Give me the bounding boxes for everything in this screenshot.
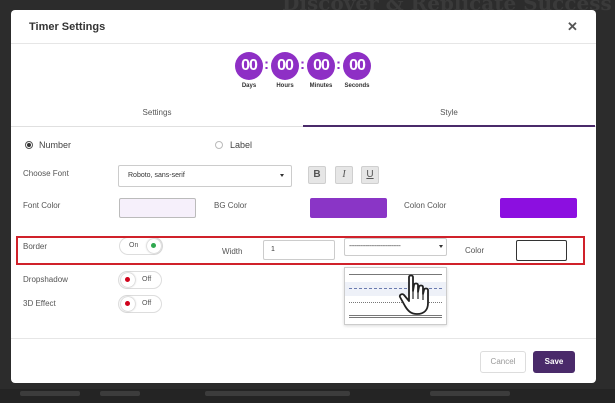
dropshadow-label: Dropshadow [23,275,68,284]
dropshadow-toggle-text: Off [142,276,152,283]
font-color-label: Font Color [23,201,61,210]
choose-font-label: Choose Font [23,169,69,178]
colon-color-swatch[interactable] [500,198,577,218]
timer-value-minutes: 00 [307,52,335,80]
timer-unit-seconds: 00 Seconds [343,52,371,89]
3d-effect-toggle[interactable]: Off [118,295,162,313]
label-radio-label[interactable]: Label [230,140,252,150]
number-radio-label[interactable]: Number [39,140,71,150]
timer-unit-hours: 00 Hours [271,52,299,89]
timer-separator: : [300,56,305,73]
hand-pointer-icon [398,274,429,315]
timer-separator: : [264,56,269,73]
border-row-highlight [16,236,585,265]
timer-settings-modal: Timer Settings ✕ 00 Days : 00 Hours : 00… [11,10,596,383]
timer-unit-minutes: 00 Minutes [307,52,335,89]
tab-settings[interactable]: Settings [11,101,303,127]
underline-button[interactable]: U [361,166,379,184]
colon-color-label: Colon Color [404,201,447,210]
bg-color-swatch[interactable] [310,198,387,218]
font-select[interactable]: Roboto, sans-serif [118,165,292,187]
modal-title: Timer Settings [29,21,106,33]
font-select-value: Roboto, sans-serif [128,172,185,179]
background-footer [0,389,615,403]
tab-style[interactable]: Style [303,101,595,127]
timer-label-minutes: Minutes [309,83,333,89]
3d-effect-label: 3D Effect [23,299,56,308]
modal-header: Timer Settings ✕ [11,10,596,44]
tab-bar: Settings Style [11,101,596,127]
timer-unit-days: 00 Days [235,52,263,89]
italic-button[interactable]: I [335,166,353,184]
timer-label-days: Days [241,83,257,89]
cancel-button[interactable]: Cancel [480,351,526,373]
timer-preview: 00 Days : 00 Hours : 00 Minutes : 00 Sec… [235,52,375,102]
timer-value-seconds: 00 [343,52,371,80]
footer-divider [11,338,596,339]
font-color-swatch[interactable] [119,198,196,218]
chevron-down-icon [280,174,284,177]
timer-label-seconds: Seconds [344,83,370,89]
timer-value-days: 00 [235,52,263,80]
toggle-knob [121,297,135,311]
3d-effect-toggle-text: Off [142,300,152,307]
close-icon[interactable]: ✕ [567,19,578,35]
dropshadow-toggle[interactable]: Off [118,271,162,289]
number-radio[interactable] [25,141,33,149]
save-button[interactable]: Save [533,351,575,373]
timer-separator: : [336,56,341,73]
toggle-knob [121,273,135,287]
label-radio[interactable] [215,141,223,149]
bold-button[interactable]: B [308,166,326,184]
bg-color-label: BG Color [214,201,247,210]
timer-label-hours: Hours [276,83,294,89]
timer-value-hours: 00 [271,52,299,80]
